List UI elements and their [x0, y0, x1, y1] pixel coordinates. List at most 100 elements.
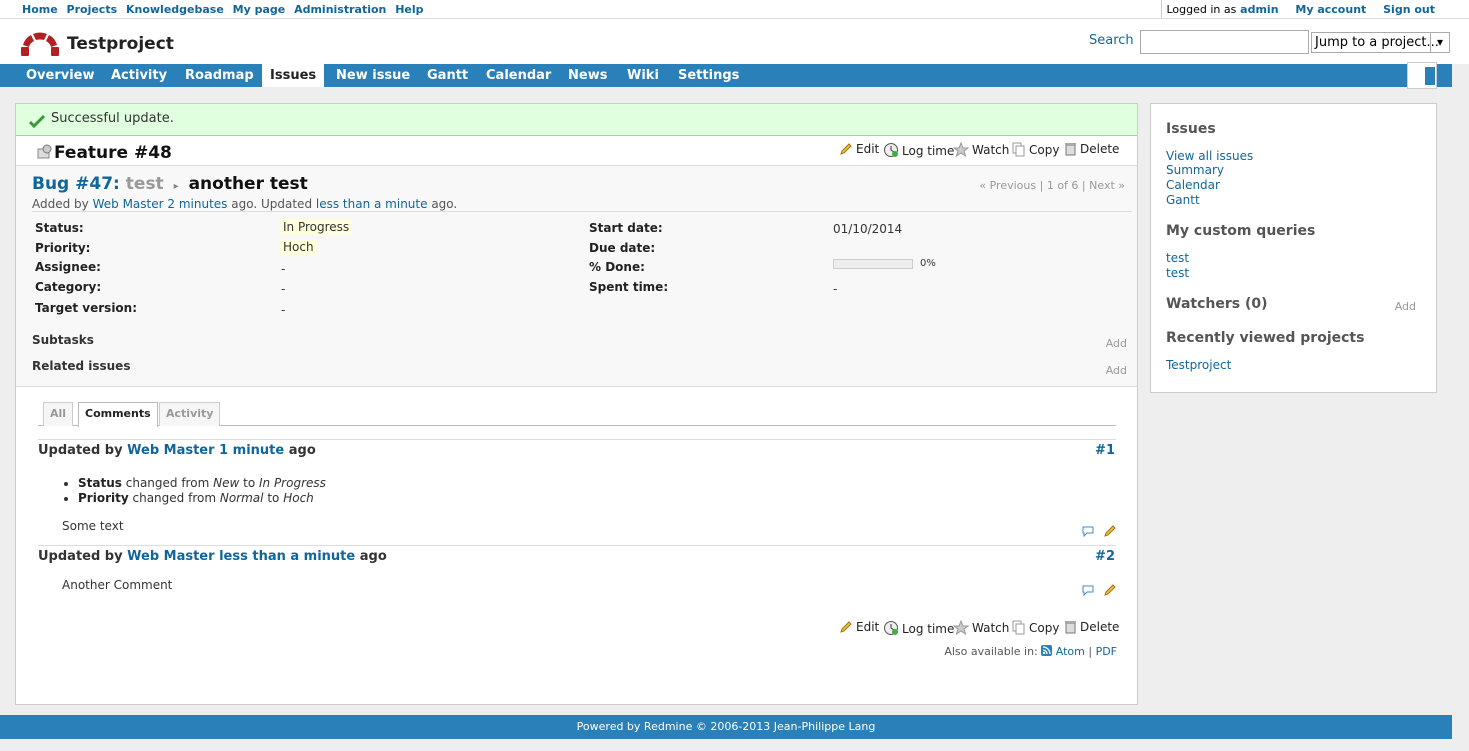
- top-menu-administration[interactable]: Administration: [294, 3, 386, 16]
- pencil-icon[interactable]: [1103, 524, 1117, 538]
- custom-query-link[interactable]: test: [1166, 266, 1189, 280]
- log-time-action[interactable]: Log time: [883, 620, 954, 636]
- tab-issues[interactable]: Issues: [262, 64, 325, 87]
- priority-label: Priority:: [35, 241, 91, 255]
- footer: Powered by Redmine © 2006-2013 Jean-Phil…: [0, 715, 1452, 739]
- rss-icon: [1041, 645, 1053, 656]
- custom-query-link[interactable]: test: [1166, 251, 1189, 265]
- parent-issue-link[interactable]: Bug #47:: [32, 174, 120, 194]
- percent-done-label: % Done:: [589, 260, 645, 274]
- journal-time-link[interactable]: less than a minute: [219, 549, 355, 564]
- issue-author-line: Added by Web Master 2 minutes ago. Updat…: [32, 197, 457, 211]
- tab-overview[interactable]: Overview: [18, 64, 103, 87]
- watch-label: Watch: [972, 143, 1010, 157]
- tab-settings[interactable]: Settings: [670, 64, 747, 87]
- edit-action[interactable]: Edit: [839, 142, 879, 156]
- formats-separator: |: [1088, 645, 1093, 658]
- header: Testproject Search Jump to a project... …: [0, 18, 1469, 64]
- sidebar-toggle-button[interactable]: [1407, 62, 1437, 89]
- previous-link[interactable]: « Previous: [979, 179, 1036, 192]
- logged-in-label: Logged in as: [1166, 3, 1237, 16]
- summary-link[interactable]: Summary: [1166, 163, 1224, 177]
- copy-action[interactable]: Copy: [1012, 620, 1059, 635]
- copy-label: Copy: [1029, 621, 1060, 635]
- view-all-issues-link[interactable]: View all issues: [1166, 149, 1253, 163]
- calendar-link[interactable]: Calendar: [1166, 178, 1220, 192]
- journal-author-link[interactable]: Web Master: [127, 549, 214, 564]
- recent-project-link[interactable]: Testproject: [1166, 358, 1231, 372]
- pencil-icon[interactable]: [1103, 583, 1117, 597]
- journal-details: Status changed from New to In Progress P…: [78, 476, 326, 506]
- top-menu-projects[interactable]: Projects: [67, 3, 118, 16]
- custom-queries-heading: My custom queries: [1166, 223, 1316, 239]
- updated-time-link[interactable]: less than a minute: [316, 197, 428, 211]
- search-input[interactable]: [1140, 30, 1309, 54]
- log-time-label: Log time: [902, 144, 955, 158]
- atom-link[interactable]: Atom: [1056, 645, 1085, 658]
- journal-actions: [1077, 583, 1117, 600]
- tab-comments[interactable]: Comments: [78, 402, 158, 427]
- project-title: Testproject: [67, 34, 174, 54]
- tab-calendar[interactable]: Calendar: [478, 64, 559, 87]
- journal-number-link[interactable]: #1: [1095, 443, 1115, 458]
- jump-to-project-select[interactable]: Jump to a project... ▾: [1311, 32, 1450, 53]
- add-watcher-link[interactable]: Add: [1395, 300, 1416, 313]
- tab-wiki[interactable]: Wiki: [619, 64, 667, 87]
- search-link[interactable]: Search: [1089, 33, 1134, 48]
- history-tabs: All Comments Activity: [38, 400, 1116, 427]
- target-version-value: -: [281, 303, 286, 317]
- watchers-heading: Watchers (0): [1166, 296, 1268, 312]
- assignee-label: Assignee:: [35, 260, 101, 274]
- gantt-link[interactable]: Gantt: [1166, 193, 1200, 207]
- top-menu-home[interactable]: Home: [22, 3, 58, 16]
- tab-gantt[interactable]: Gantt: [419, 64, 476, 87]
- logged-in-user-link[interactable]: admin: [1240, 3, 1278, 16]
- watch-action[interactable]: Watch: [952, 141, 1010, 158]
- top-menu-my-page[interactable]: My page: [233, 3, 286, 16]
- next-link[interactable]: Next »: [1089, 179, 1125, 192]
- journal-time-link[interactable]: 1 minute: [219, 443, 284, 458]
- tab-activity[interactable]: Activity: [103, 64, 175, 87]
- created-time-link[interactable]: 2 minutes: [167, 197, 227, 211]
- star-icon: [952, 141, 970, 158]
- sign-out-link[interactable]: Sign out: [1383, 3, 1435, 16]
- other-formats: Also available in: Atom | PDF: [944, 645, 1117, 658]
- quote-icon[interactable]: [1081, 525, 1095, 538]
- journal-suffix: ago: [359, 549, 387, 564]
- journal-author-link[interactable]: Web Master: [127, 443, 214, 458]
- scrollbar[interactable]: [1458, 10, 1466, 720]
- redmine-logo-icon: [21, 32, 59, 56]
- clock-icon: [884, 143, 898, 157]
- quote-icon[interactable]: [1081, 584, 1095, 597]
- star-icon: [952, 619, 970, 636]
- journal-suffix: ago: [288, 443, 316, 458]
- chevron-down-icon: ▾: [1430, 33, 1449, 52]
- due-date-label: Due date:: [589, 241, 656, 255]
- my-account-link[interactable]: My account: [1295, 3, 1366, 16]
- spent-time-value: -: [833, 282, 838, 296]
- delete-action[interactable]: Delete: [1064, 142, 1119, 156]
- journal-number-link[interactable]: #2: [1095, 549, 1115, 564]
- top-menu-knowledgebase[interactable]: Knowledgebase: [126, 3, 224, 16]
- tab-news[interactable]: News: [560, 64, 615, 87]
- tab-new-issue[interactable]: New issue: [328, 64, 418, 87]
- author-link[interactable]: Web Master: [93, 197, 164, 211]
- status-label: Status:: [35, 221, 84, 235]
- edit-action[interactable]: Edit: [839, 620, 879, 634]
- add-subtask-link[interactable]: Add: [1106, 337, 1127, 350]
- tab-roadmap[interactable]: Roadmap: [177, 64, 262, 87]
- pdf-link[interactable]: PDF: [1096, 645, 1117, 658]
- spent-time-label: Spent time:: [589, 280, 669, 294]
- copy-action[interactable]: Copy: [1012, 142, 1059, 157]
- log-time-action[interactable]: Log time: [883, 142, 954, 158]
- add-related-issue-link[interactable]: Add: [1106, 364, 1127, 377]
- delete-action[interactable]: Delete: [1064, 620, 1119, 634]
- account-menu: Logged in as admin My account Sign out: [1161, 0, 1469, 18]
- tab-history-activity[interactable]: Activity: [159, 402, 221, 426]
- nav-separator: |: [1039, 179, 1044, 192]
- subtasks-heading: Subtasks: [32, 333, 94, 347]
- watch-action[interactable]: Watch: [952, 619, 1009, 636]
- edit-label: Edit: [856, 620, 880, 634]
- top-menu-help[interactable]: Help: [395, 3, 423, 16]
- tab-all[interactable]: All: [43, 402, 74, 426]
